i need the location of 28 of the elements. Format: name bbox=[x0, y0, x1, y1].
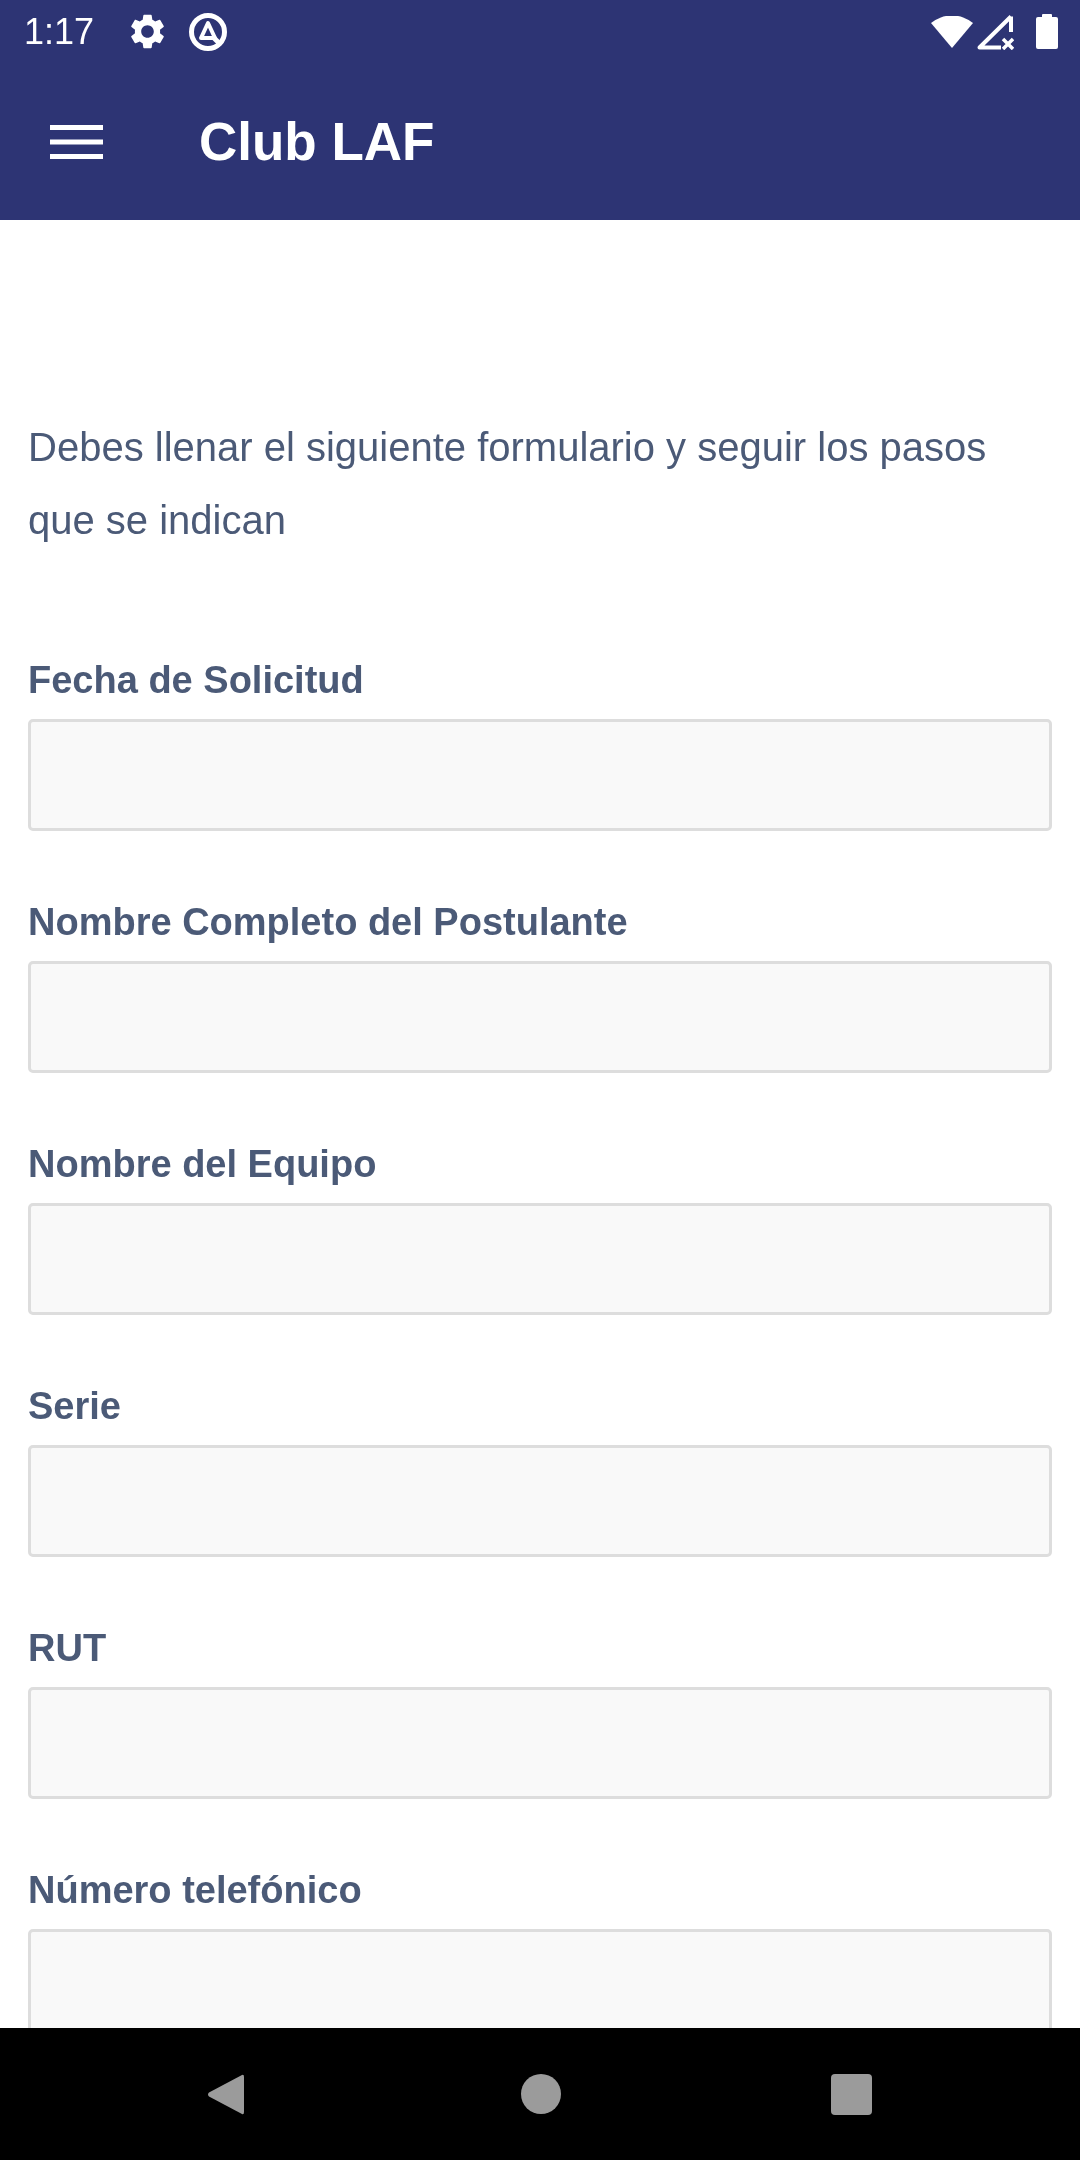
menu-button[interactable] bbox=[50, 124, 103, 159]
intro-text: Debes llenar el siguiente formulario y seguir los pasos que se indican bbox=[28, 424, 988, 544]
input-field[interactable] bbox=[28, 961, 1052, 1073]
recents-icon bbox=[831, 2073, 872, 2115]
input-field[interactable] bbox=[28, 719, 1052, 831]
field-label: Nombre del Equipo bbox=[28, 1142, 377, 1187]
wifi-icon bbox=[931, 15, 973, 48]
home-icon bbox=[521, 2074, 561, 2114]
back-button[interactable] bbox=[207, 2072, 244, 2116]
ring-icon bbox=[188, 11, 229, 52]
input-field[interactable] bbox=[28, 1687, 1052, 1799]
field-label: Nombre Completo del Postulante bbox=[28, 900, 628, 945]
recents-button[interactable] bbox=[831, 2073, 872, 2115]
input-field[interactable] bbox=[28, 1929, 1052, 2028]
input-field[interactable] bbox=[28, 1445, 1052, 1557]
input-field[interactable] bbox=[28, 1203, 1052, 1315]
field-label: Número telefónico bbox=[28, 1868, 362, 1913]
app-title: Club LAF bbox=[199, 111, 435, 172]
menu-icon bbox=[50, 124, 103, 159]
battery-icon bbox=[1036, 14, 1058, 49]
status-time: 1:17 bbox=[24, 11, 95, 52]
field-label: Serie bbox=[28, 1384, 121, 1429]
field-label: Fecha de Solicitud bbox=[28, 658, 364, 703]
signal-icon bbox=[977, 13, 1014, 50]
home-button[interactable] bbox=[521, 2074, 561, 2114]
back-icon bbox=[207, 2072, 244, 2116]
settings-icon bbox=[130, 14, 166, 49]
field-label: RUT bbox=[28, 1626, 107, 1671]
